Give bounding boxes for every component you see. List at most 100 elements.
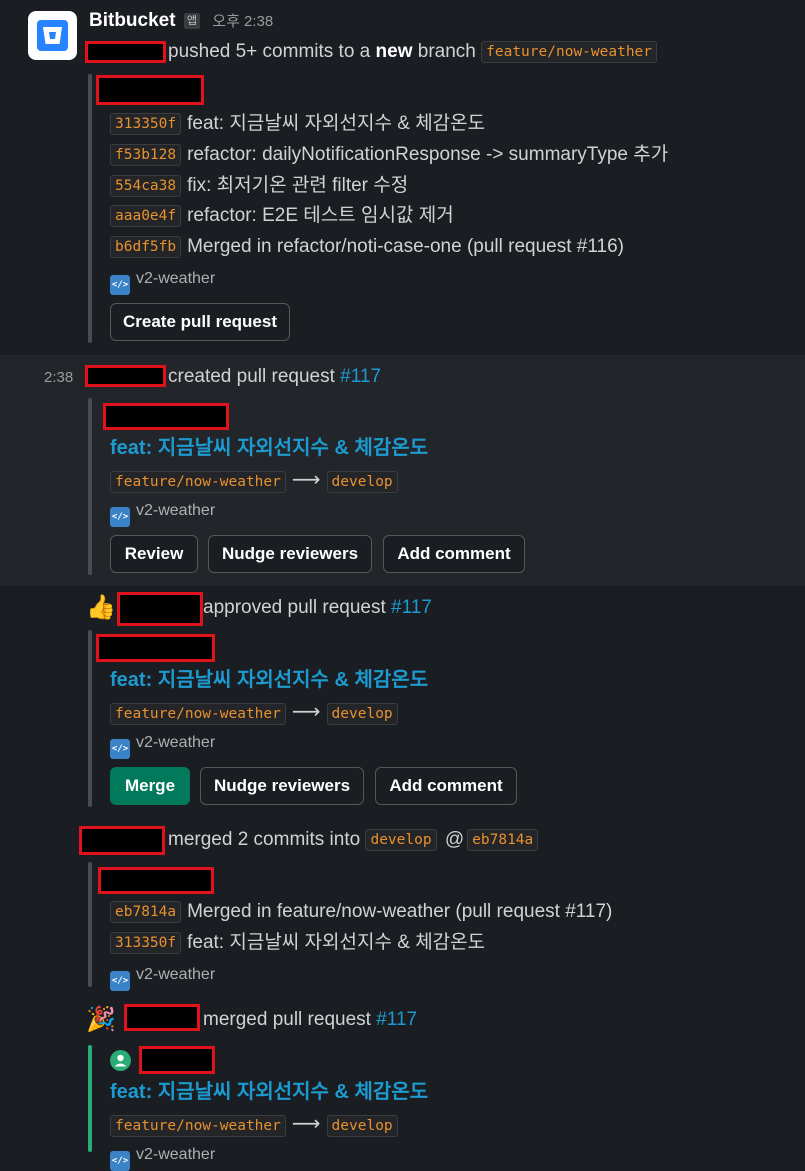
commit-message: Merged in feature/now-weather (pull requ… xyxy=(187,901,613,922)
merged-commits-summary: merged 2 commits into develop @ eb7814a xyxy=(168,828,539,852)
redacted-author xyxy=(96,75,204,105)
add-comment-button[interactable]: Add comment xyxy=(383,535,525,573)
merged-text: merged 2 commits into xyxy=(168,829,366,850)
app-name[interactable]: Bitbucket xyxy=(89,10,176,31)
bitbucket-logo-icon xyxy=(37,20,68,51)
push-text-2: branch xyxy=(412,41,482,62)
at-sign: @ xyxy=(444,829,465,850)
commit-message: feat: 지금날씨 자외선지수 & 체감온도 xyxy=(187,113,486,134)
review-button[interactable]: Review xyxy=(110,535,198,573)
commit-hash[interactable]: eb7814a xyxy=(110,901,182,923)
repo-name: v2-weather xyxy=(136,502,216,519)
pr-title-link[interactable]: feat: 지금날씨 자외선지수 & 체감온도 xyxy=(110,435,428,461)
message-timestamp[interactable]: 오후 2:38 xyxy=(212,13,273,30)
attachment-bar xyxy=(88,398,92,575)
commit-message: fix: 최저기온 관련 filter 수정 xyxy=(187,175,409,196)
repo-name: v2-weather xyxy=(136,966,216,983)
commit-row: f53b128 refactor: dailyNotificationRespon… xyxy=(110,143,668,167)
repo-name: v2-weather xyxy=(136,1146,216,1163)
merge-button[interactable]: Merge xyxy=(110,767,190,805)
message-timestamp[interactable]: 2:38 xyxy=(44,369,73,386)
attachment-bar xyxy=(88,630,92,807)
source-branch[interactable]: feature/now-weather xyxy=(110,1115,286,1137)
pr-link[interactable]: #117 xyxy=(391,597,432,618)
merged-pr-summary: merged pull request #117 xyxy=(203,1008,417,1032)
code-icon: </> xyxy=(110,1151,130,1171)
commit-hash[interactable]: 554ca38 xyxy=(110,175,182,197)
add-comment-button[interactable]: Add comment xyxy=(375,767,517,805)
push-new-label: new xyxy=(375,41,413,62)
created-pr-summary: created pull request #117 xyxy=(168,365,381,389)
code-icon: </> xyxy=(110,507,130,527)
pr-link[interactable]: #117 xyxy=(340,366,381,387)
arrow-right-icon: ⟶ xyxy=(291,1113,321,1135)
arrow-right-icon: ⟶ xyxy=(291,469,321,491)
commit-message: refactor: dailyNotificationResponse -> s… xyxy=(187,144,669,165)
branch-code[interactable]: feature/now-weather xyxy=(481,41,658,63)
repo-link[interactable]: </> v2-weather xyxy=(110,733,215,759)
attachment-bar-merged xyxy=(88,1045,92,1152)
branch-flow: feature/now-weather ⟶ develop xyxy=(110,1112,398,1137)
code-icon: </> xyxy=(110,739,130,759)
redacted-username xyxy=(85,41,166,63)
thumbs-up-icon: 👍 xyxy=(86,594,116,621)
pr-link[interactable]: #117 xyxy=(376,1009,417,1030)
branch-flow: feature/now-weather ⟶ develop xyxy=(110,700,398,725)
redacted-username xyxy=(117,592,203,626)
redacted-username xyxy=(79,826,165,855)
target-branch[interactable]: develop xyxy=(326,471,398,493)
repo-link[interactable]: </> v2-weather xyxy=(110,269,215,295)
code-icon: </> xyxy=(110,971,130,991)
merged-pr-text: merged pull request xyxy=(203,1009,377,1030)
approved-text: approved pull request xyxy=(203,597,392,618)
commit-ref[interactable]: eb7814a xyxy=(467,829,539,851)
commit-row: aaa0e4f refactor: E2E 테스트 임시값 제거 xyxy=(110,204,454,228)
pr-title-link[interactable]: feat: 지금날씨 자외선지수 & 체감온도 xyxy=(110,667,428,693)
target-branch[interactable]: develop xyxy=(326,703,398,725)
commit-hash[interactable]: b6df5fb xyxy=(110,236,182,258)
target-branch[interactable]: develop xyxy=(326,1115,398,1137)
commit-row: eb7814a Merged in feature/now-weather (pu… xyxy=(110,900,612,924)
redacted-username xyxy=(124,1004,200,1031)
push-summary: pushed 5+ commits to a new branch featur… xyxy=(168,40,658,64)
repo-name: v2-weather xyxy=(136,734,216,751)
repo-name: v2-weather xyxy=(136,270,216,287)
commit-hash[interactable]: f53b128 xyxy=(110,144,182,166)
commit-message: feat: 지금날씨 자외선지수 & 체감온도 xyxy=(187,932,486,953)
attachment-bar xyxy=(88,74,92,343)
commit-hash[interactable]: 313350f xyxy=(110,113,182,135)
target-branch[interactable]: develop xyxy=(365,829,437,851)
commit-row: b6df5fb Merged in refactor/noti-case-one … xyxy=(110,235,624,259)
branch-flow: feature/now-weather ⟶ develop xyxy=(110,468,398,493)
commit-row: 554ca38 fix: 최저기온 관련 filter 수정 xyxy=(110,174,408,198)
commit-row: 313350f feat: 지금날씨 자외선지수 & 체감온도 xyxy=(110,931,485,955)
party-popper-icon: 🎉 xyxy=(86,1006,116,1033)
commit-message: Merged in refactor/noti-case-one (pull r… xyxy=(187,236,624,257)
redacted-author xyxy=(103,403,229,430)
commit-hash[interactable]: 313350f xyxy=(110,932,182,954)
nudge-reviewers-button[interactable]: Nudge reviewers xyxy=(208,535,372,573)
code-icon: </> xyxy=(110,275,130,295)
app-badge: 앱 xyxy=(183,13,200,29)
commit-row: 313350f feat: 지금날씨 자외선지수 & 체감온도 xyxy=(110,112,485,136)
redacted-author xyxy=(98,867,214,894)
redacted-author xyxy=(96,634,215,662)
source-branch[interactable]: feature/now-weather xyxy=(110,703,286,725)
created-text: created pull request xyxy=(168,366,341,387)
repo-link[interactable]: </> v2-weather xyxy=(110,501,215,527)
push-text: pushed 5+ commits to a xyxy=(168,41,376,62)
message-header: Bitbucket 앱 오후 2:38 xyxy=(89,9,273,34)
approved-pr-summary: approved pull request #117 xyxy=(203,596,432,620)
repo-link[interactable]: </> v2-weather xyxy=(110,1145,215,1171)
create-pull-request-button[interactable]: Create pull request xyxy=(110,303,290,341)
attachment-bar xyxy=(88,862,92,987)
source-branch[interactable]: feature/now-weather xyxy=(110,471,286,493)
pr-title-link[interactable]: feat: 지금날씨 자외선지수 & 체감온도 xyxy=(110,1079,428,1105)
user-avatar-icon xyxy=(110,1050,131,1071)
repo-link[interactable]: </> v2-weather xyxy=(110,965,215,991)
redacted-author xyxy=(139,1046,215,1074)
commit-hash[interactable]: aaa0e4f xyxy=(110,205,182,227)
bitbucket-avatar[interactable] xyxy=(28,11,77,60)
arrow-right-icon: ⟶ xyxy=(291,701,321,723)
nudge-reviewers-button[interactable]: Nudge reviewers xyxy=(200,767,364,805)
